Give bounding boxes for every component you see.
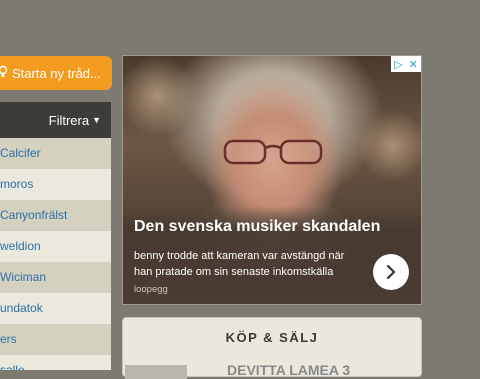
ad-body: benny trodde att kameran var avstängd nä… <box>134 250 345 278</box>
start-thread-label: Starta ny tråd... <box>12 65 101 81</box>
user-list: Calcifer moros Canyonfrälst weldion Wici… <box>0 138 111 370</box>
ad-info-icon[interactable]: ▷ <box>394 58 402 71</box>
glasses-graphic <box>223 139 323 165</box>
lightbulb-icon <box>0 65 8 82</box>
buy-sell-title: KÖP & SÄLJ <box>225 330 319 345</box>
user-link[interactable]: moros <box>0 169 111 200</box>
user-link[interactable]: Canyonfrälst <box>0 200 111 231</box>
ad-close-icon[interactable]: ✕ <box>409 58 418 71</box>
ad-headline: Den svenska musiker skandalen <box>134 218 381 235</box>
user-link[interactable]: ers <box>0 324 111 355</box>
ad-choices[interactable]: ▷ ✕ <box>391 56 421 72</box>
filter-label: Filtrera <box>48 112 90 128</box>
filter-dropdown[interactable]: Filtrera ▼ <box>0 102 111 138</box>
start-thread-button[interactable]: Starta ny tråd... <box>0 56 112 90</box>
user-link[interactable]: Calcifer <box>0 138 111 169</box>
user-link[interactable]: salle <box>0 355 111 370</box>
buy-sell-item-title[interactable]: DEVITTA LAMEA 3 <box>227 362 350 378</box>
advertisement[interactable]: ▷ ✕ Den svenska musiker skandalen benny … <box>122 55 422 305</box>
buy-sell-thumbnail[interactable] <box>125 365 187 379</box>
user-sidebar: Filtrera ▼ Calcifer moros Canyonfrälst w… <box>0 102 111 370</box>
user-link[interactable]: undatok <box>0 293 111 324</box>
ad-next-button[interactable] <box>373 254 409 290</box>
caret-down-icon: ▼ <box>92 115 101 125</box>
buy-sell-panel: KÖP & SÄLJ DEVITTA LAMEA 3 <box>122 317 422 379</box>
ad-source: loopegg <box>134 284 168 295</box>
user-link[interactable]: Wiciman <box>0 262 111 293</box>
chevron-right-icon <box>386 264 396 280</box>
user-link[interactable]: weldion <box>0 231 111 262</box>
